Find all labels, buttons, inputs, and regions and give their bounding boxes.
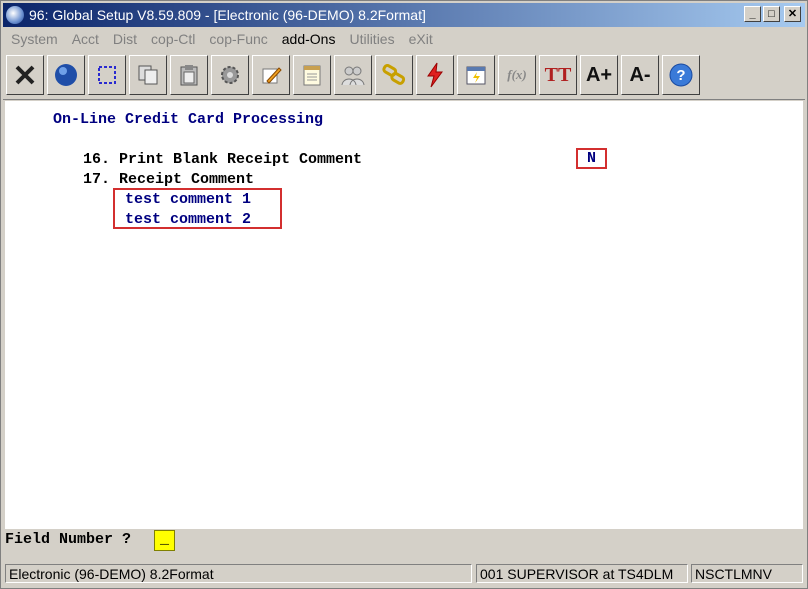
window-controls: _ □ ✕ [744,6,801,22]
minimize-button[interactable]: _ [744,6,761,22]
close-x-icon[interactable] [6,55,44,95]
font-increase-icon[interactable]: A+ [580,55,618,95]
help-glyph: ? [676,67,685,84]
app-globe-icon [6,6,24,24]
select-box-icon[interactable] [88,55,126,95]
close-window-button[interactable]: ✕ [784,6,801,22]
field-number-input[interactable]: _ [154,530,175,551]
link-chain-icon[interactable] [375,55,413,95]
users-icon[interactable] [334,55,372,95]
settings-gear-icon[interactable] [211,55,249,95]
font-up-glyph: A+ [585,63,613,86]
notepad-icon[interactable] [293,55,331,95]
menu-exit[interactable]: eXit [409,31,433,47]
status-user: 001 SUPERVISOR at TS4DLM [476,564,688,583]
function-icon[interactable]: f(x) [498,55,536,95]
menu-add-ons[interactable]: add-Ons [282,31,336,47]
maximize-button[interactable]: □ [763,6,780,22]
paste-icon[interactable] [170,55,208,95]
field-17-label: 17. Receipt Comment [83,171,255,188]
app-window: 96: Global Setup V8.59.809 - [Electronic… [0,0,808,589]
font-decrease-icon[interactable]: A- [621,55,659,95]
prompt-bar: Field Number ? _ [5,529,803,552]
calendar-icon[interactable] [457,55,495,95]
help-icon[interactable]: ? [662,55,700,95]
font-down-glyph: A- [629,63,651,86]
menu-acct[interactable]: Acct [72,31,99,47]
menu-utilities[interactable]: Utilities [349,31,394,47]
function-glyph: f(x) [507,67,527,82]
field-16-value[interactable]: N [576,148,607,169]
menu-bar: System Acct Dist cop-Ctl cop-Func add-On… [3,29,805,49]
title-bar[interactable]: 96: Global Setup V8.59.809 - [Electronic… [3,3,805,27]
status-company: Electronic (96-DEMO) 8.2Format [5,564,472,583]
text-tt-icon[interactable]: TT [539,55,577,95]
status-program: NSCTLMNV [691,564,803,583]
toolbar: f(x) TT A+ A- ? [3,51,805,100]
status-bar: Electronic (96-DEMO) 8.2Format 001 SUPER… [5,564,803,585]
field-number-prompt: Field Number ? [5,531,132,548]
menu-dist[interactable]: Dist [113,31,137,47]
field-16-label: 16. Print Blank Receipt Comment [83,151,363,168]
copy-icon[interactable] [129,55,167,95]
tt-glyph: TT [544,63,572,86]
receipt-comment-line-2[interactable]: test comment 2 [125,211,251,228]
lightning-icon[interactable] [416,55,454,95]
edit-pencil-icon[interactable] [252,55,290,95]
terminal-screen: On-Line Credit Card Processing 16. Print… [5,101,803,529]
window-title: 96: Global Setup V8.59.809 - [Electronic… [29,7,426,23]
menu-system[interactable]: System [11,31,58,47]
menu-cop-func[interactable]: cop-Func [209,31,267,47]
globe-icon[interactable] [47,55,85,95]
screen-heading: On-Line Credit Card Processing [53,111,324,128]
menu-cop-ctl[interactable]: cop-Ctl [151,31,195,47]
receipt-comment-line-1[interactable]: test comment 1 [125,191,251,208]
